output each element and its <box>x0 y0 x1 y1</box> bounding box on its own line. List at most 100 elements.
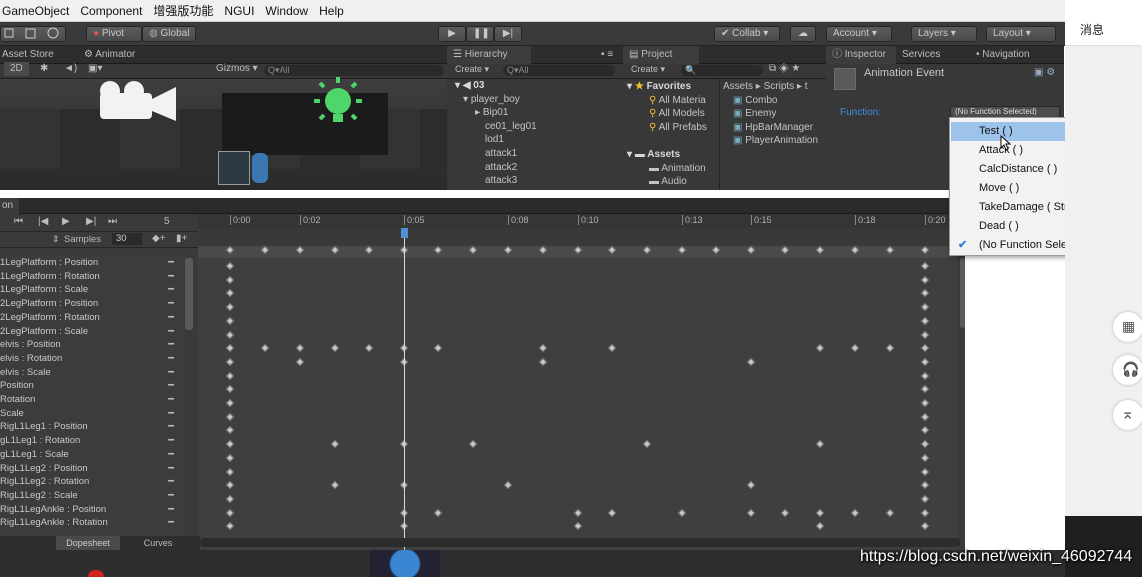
breadcrumb-item[interactable]: Scripts <box>764 81 795 92</box>
assets-row[interactable]: ▾ ▬ Assets <box>627 148 719 162</box>
keyframe-diamond[interactable] <box>225 494 235 504</box>
hierarchy-item[interactable]: ▾ player_boy <box>455 93 537 107</box>
keyframe-diamond[interactable] <box>225 316 235 326</box>
keyframe-diamond[interactable] <box>607 245 617 255</box>
keyframe-diamond[interactable] <box>330 480 340 490</box>
property-row[interactable]: 1LegPlatform : Scale ━ <box>0 283 180 297</box>
remove-property-icon[interactable]: ━ <box>168 393 174 407</box>
remove-property-icon[interactable]: ━ <box>168 366 174 380</box>
script-item[interactable]: ▣ Enemy <box>723 107 826 121</box>
keyframe-diamond[interactable] <box>225 343 235 353</box>
play-anim-button[interactable]: ▶ <box>62 216 70 227</box>
keyframe-diamond[interactable] <box>815 245 825 255</box>
remove-property-icon[interactable]: ━ <box>168 338 174 352</box>
favorites-row[interactable]: ▾ ★ Favorites <box>627 80 719 94</box>
playhead-line[interactable] <box>404 228 405 550</box>
keyframe-diamond[interactable] <box>330 343 340 353</box>
property-row[interactable]: RigL1Leg2 : Scale ━ <box>0 489 180 503</box>
breadcrumb-item[interactable]: t <box>805 81 808 92</box>
keyframe-diamond[interactable] <box>225 330 235 339</box>
curves-tab[interactable]: Curves <box>128 536 188 550</box>
horizontal-scrollbar[interactable] <box>200 538 960 547</box>
cloud-button[interactable]: ☁ <box>790 26 816 42</box>
keyframe-diamond[interactable] <box>920 467 930 476</box>
hierarchy-item[interactable]: lod1 <box>455 133 537 147</box>
keyframe-diamond[interactable] <box>746 357 756 367</box>
keyframe-diamond[interactable] <box>468 439 478 449</box>
back-to-top-icon[interactable]: ⌅ <box>1113 400 1142 430</box>
remove-property-icon[interactable]: ━ <box>168 256 174 270</box>
keyframe-diamond[interactable] <box>815 522 825 531</box>
assets-item[interactable]: ▬ Animation <box>627 162 719 176</box>
keyframe-diamond[interactable] <box>850 343 860 353</box>
keyframe-diamond[interactable] <box>746 480 756 490</box>
keyframe-diamond[interactable] <box>225 412 235 421</box>
tab-navigation[interactable]: • Navigation <box>970 46 1036 64</box>
keyframe-diamond[interactable] <box>677 508 687 517</box>
keyframe-diamond[interactable] <box>364 245 374 255</box>
keyframe-diamond[interactable] <box>920 371 930 380</box>
remove-property-icon[interactable]: ━ <box>168 311 174 325</box>
keyframe-diamond[interactable] <box>573 522 583 531</box>
inspector-settings-icon[interactable]: ▣ ⚙ <box>1034 67 1055 78</box>
menu-window[interactable]: Window <box>265 4 308 18</box>
keyframe-diamond[interactable] <box>815 508 825 517</box>
remove-property-icon[interactable]: ━ <box>168 325 174 339</box>
keyframe-diamond[interactable] <box>885 343 895 353</box>
keyframe-diamond[interactable] <box>225 508 235 517</box>
clip-select-arrow[interactable]: ⇕ <box>52 234 60 245</box>
keyframe-diamond[interactable] <box>468 245 478 255</box>
keyframe-diamond[interactable] <box>920 261 930 271</box>
assets-item[interactable]: ▬ Audio <box>627 175 719 189</box>
keyframe-diamond[interactable] <box>260 343 270 353</box>
property-row[interactable]: gL1Leg1 : Scale ━ <box>0 448 180 462</box>
keyframe-diamond[interactable] <box>225 289 235 298</box>
keyframe-diamond[interactable] <box>538 343 548 353</box>
keyframe-diamond[interactable] <box>642 439 652 449</box>
project-create-button[interactable]: Create ▾ <box>625 62 671 80</box>
keyframe-diamond[interactable] <box>850 508 860 517</box>
menu-help[interactable]: Help <box>319 4 344 18</box>
scene-viewport[interactable] <box>0 77 447 190</box>
keyframe-diamond[interactable] <box>225 245 235 255</box>
hierarchy-scene-row[interactable]: ▾ ◀ 03 <box>455 79 537 93</box>
playhead-handle[interactable] <box>401 228 408 238</box>
property-row[interactable]: 2LegPlatform : Position ━ <box>0 297 180 311</box>
keyframe-diamond[interactable] <box>538 245 548 255</box>
keyframe-diamond[interactable] <box>920 245 930 255</box>
keyframe-diamond[interactable] <box>225 398 235 408</box>
samples-input[interactable]: 30 <box>112 233 142 245</box>
script-item[interactable]: ▣ PlayerAnimation <box>723 134 826 148</box>
last-key-button[interactable]: ⏭ <box>108 216 117 227</box>
keyframe-diamond[interactable] <box>677 245 687 255</box>
property-row[interactable]: RigL1Leg2 : Rotation ━ <box>0 475 180 489</box>
hierarchy-item[interactable]: ▸ Bip01 <box>455 106 537 120</box>
tab-services[interactable]: Services <box>896 46 946 64</box>
property-row[interactable]: Scale ━ <box>0 407 180 421</box>
keyframe-diamond[interactable] <box>295 357 305 367</box>
property-row[interactable]: 2LegPlatform : Scale ━ <box>0 325 180 339</box>
menu-component[interactable]: Component <box>80 4 142 18</box>
lighting-toggle-icon[interactable]: ✱ <box>34 62 54 80</box>
headset-icon[interactable]: 🎧 <box>1113 355 1142 385</box>
keyframe-diamond[interactable] <box>642 245 652 255</box>
keyframe-diamond[interactable] <box>330 245 340 255</box>
keyframe-diamond[interactable] <box>920 343 930 353</box>
keyframe-diamond[interactable] <box>225 357 235 367</box>
add-event-icon[interactable]: ▮+ <box>176 233 187 244</box>
script-item[interactable]: ▣ Combo <box>723 94 826 108</box>
keyframe-diamond[interactable] <box>503 245 513 255</box>
2d-toggle[interactable]: 2D <box>4 62 29 76</box>
keyframe-diamond[interactable] <box>225 261 235 271</box>
keyframe-diamond[interactable] <box>850 245 860 255</box>
property-row[interactable]: RigL1LegAnkle : Rotation ━ <box>0 516 180 530</box>
keyframe-diamond[interactable] <box>330 439 340 449</box>
property-scrollbar[interactable] <box>185 258 193 330</box>
property-row[interactable]: Position ━ <box>0 379 180 393</box>
property-row[interactable]: RigL1LegAnkle : Position ━ <box>0 503 180 517</box>
property-row[interactable]: 2LegPlatform : Rotation ━ <box>0 311 180 325</box>
keyframe-diamond[interactable] <box>225 467 235 476</box>
keyframe-diamond[interactable] <box>433 343 443 353</box>
project-search-input[interactable]: 🔍 <box>681 65 763 76</box>
keyframe-diamond[interactable] <box>746 245 756 255</box>
